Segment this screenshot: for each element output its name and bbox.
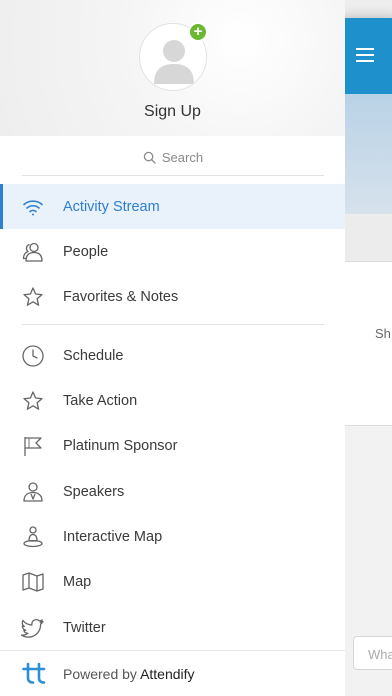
main-card-text: Sh bbox=[375, 326, 391, 341]
nav-item-people[interactable]: People bbox=[0, 229, 345, 274]
nav-label: Take Action bbox=[63, 392, 138, 409]
search-field[interactable]: Search bbox=[22, 140, 324, 176]
speaker-person-icon bbox=[21, 480, 45, 504]
powered-by-label: Powered by bbox=[63, 666, 137, 682]
nav-label: Favorites & Notes bbox=[63, 288, 179, 305]
nav-item-interactive-map[interactable]: Interactive Map bbox=[0, 514, 345, 559]
powered-by-text: Powered by Attendify bbox=[63, 666, 195, 682]
powered-by-footer[interactable]: Powered by Attendify bbox=[0, 650, 345, 696]
nav-item-map[interactable]: Map bbox=[0, 559, 345, 604]
nav-item-twitter[interactable]: Twitter bbox=[0, 605, 345, 650]
add-photo-badge[interactable]: + bbox=[188, 22, 208, 42]
nav-item-take-action[interactable]: Take Action bbox=[0, 378, 345, 423]
nav-label: Schedule bbox=[63, 347, 124, 364]
brand-name: Attendify bbox=[140, 666, 195, 682]
main-top-bar bbox=[345, 18, 392, 94]
star-icon bbox=[21, 389, 45, 413]
twitter-bird-icon bbox=[21, 616, 45, 640]
nav-item-favorites-notes[interactable]: Favorites & Notes bbox=[0, 274, 345, 319]
main-hero-image bbox=[345, 94, 392, 214]
active-indicator bbox=[0, 184, 3, 229]
attendify-logo-icon bbox=[22, 662, 48, 686]
nav-label: Speakers bbox=[63, 483, 125, 500]
main-content-peek[interactable]: Sh Wha bbox=[345, 18, 392, 696]
nav-label: Platinum Sponsor bbox=[63, 437, 178, 454]
nav-label: Interactive Map bbox=[63, 528, 163, 545]
nav-item-activity-stream[interactable]: Activity Stream bbox=[0, 184, 345, 229]
section-divider bbox=[22, 324, 324, 325]
flag-icon bbox=[21, 434, 45, 458]
nav-label: Map bbox=[63, 573, 92, 590]
nav-item-platinum-sponsor[interactable]: Platinum Sponsor bbox=[0, 423, 345, 468]
main-strip bbox=[345, 214, 392, 262]
side-drawer: + Sign Up Search Activity Stream People bbox=[0, 0, 345, 696]
hamburger-menu-icon[interactable] bbox=[356, 48, 374, 62]
wifi-icon bbox=[21, 195, 45, 219]
compose-placeholder: Wha bbox=[368, 647, 392, 662]
sign-up-link[interactable]: Sign Up bbox=[0, 103, 345, 121]
star-icon bbox=[21, 285, 45, 309]
nav-item-speakers[interactable]: Speakers bbox=[0, 469, 345, 514]
nav-label: People bbox=[63, 243, 109, 260]
map-icon bbox=[21, 570, 45, 594]
nav-item-schedule[interactable]: Schedule bbox=[0, 333, 345, 378]
nav-label: Activity Stream bbox=[63, 198, 160, 215]
clock-icon bbox=[21, 344, 45, 368]
compose-input[interactable]: Wha bbox=[353, 636, 392, 670]
people-icon bbox=[21, 240, 45, 264]
search-placeholder: Search bbox=[161, 150, 204, 165]
search-icon bbox=[143, 151, 156, 164]
nav-label: Twitter bbox=[63, 619, 106, 636]
main-card[interactable]: Sh bbox=[345, 262, 392, 426]
location-person-icon bbox=[21, 525, 45, 549]
